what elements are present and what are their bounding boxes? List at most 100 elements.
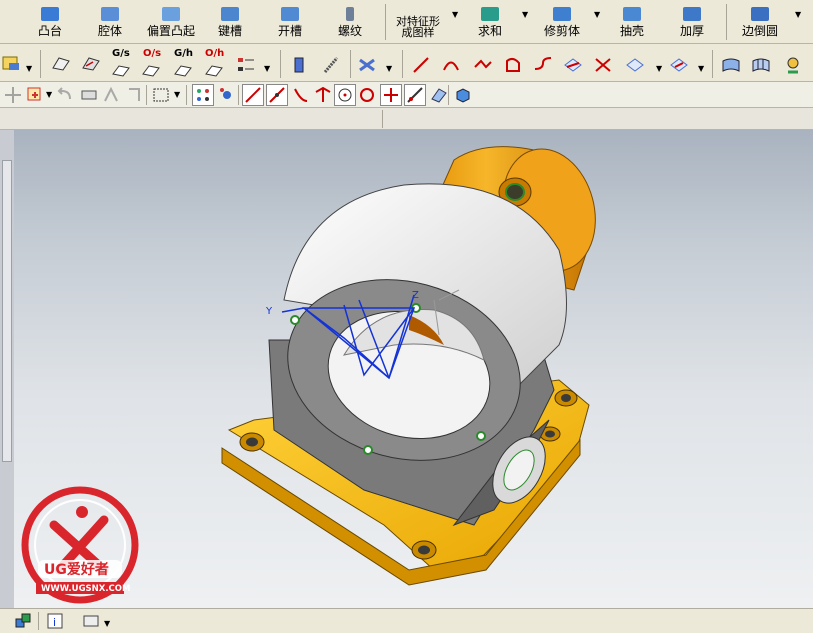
separator bbox=[280, 50, 281, 78]
separator bbox=[186, 85, 187, 105]
separator bbox=[402, 50, 403, 78]
intersect-curve-icon[interactable] bbox=[592, 54, 614, 76]
slot-label: 键槽 bbox=[217, 24, 242, 38]
oh-curve-icon[interactable] bbox=[203, 58, 225, 80]
offset-emboss-button[interactable]: 偏置凸起 bbox=[140, 0, 202, 42]
sketch-dropdown-icon[interactable]: ▼ bbox=[26, 64, 34, 74]
ugsnx-watermark: UG爱好者 WWW.UGSNX.COM bbox=[21, 486, 139, 604]
shell-label: 抽壳 bbox=[619, 24, 644, 38]
unite-dropdown-icon[interactable]: ▼ bbox=[522, 10, 530, 20]
blend-tool-icon[interactable] bbox=[356, 54, 378, 76]
project-curve-icon[interactable] bbox=[562, 54, 584, 76]
view-box-icon[interactable] bbox=[78, 84, 100, 106]
pattern-feature-label: 对特征形 成图样 bbox=[396, 15, 440, 39]
empty-toolbar-band bbox=[0, 108, 813, 130]
model-canvas: Y Z UG爱好者 WWW.UGSNX.COM bbox=[21, 146, 596, 604]
watermark-brand: UG爱好者 bbox=[44, 561, 109, 578]
unite-button[interactable]: 求和 bbox=[470, 0, 510, 42]
os-curve-icon[interactable] bbox=[140, 58, 162, 80]
thread-button[interactable]: 螺纹 bbox=[328, 0, 372, 42]
gs-curve-icon[interactable] bbox=[110, 58, 132, 80]
thicken-icon bbox=[683, 7, 701, 21]
line-icon[interactable] bbox=[410, 54, 432, 76]
display-icon[interactable] bbox=[80, 610, 102, 632]
gh-curve-icon[interactable] bbox=[172, 58, 194, 80]
trim-dropdown-icon[interactable]: ▼ bbox=[594, 10, 602, 20]
move-icon[interactable] bbox=[2, 84, 24, 106]
spring-icon[interactable] bbox=[320, 54, 342, 76]
analysis-icon[interactable] bbox=[782, 54, 804, 76]
sketch-icon[interactable] bbox=[0, 52, 22, 74]
point-on-face-icon[interactable] bbox=[428, 84, 450, 106]
surface-icon[interactable] bbox=[720, 54, 742, 76]
shell-icon bbox=[623, 7, 641, 21]
control-point-icon[interactable] bbox=[290, 84, 312, 106]
thicken-button[interactable]: 加厚 bbox=[672, 0, 712, 42]
curve-dropdown-icon[interactable]: ▼ bbox=[656, 64, 664, 74]
thicken-label: 加厚 bbox=[679, 24, 704, 38]
existing-point-icon[interactable] bbox=[380, 84, 402, 106]
boss-button[interactable]: 凸台 bbox=[28, 0, 72, 42]
list-icon[interactable] bbox=[235, 54, 257, 76]
edge-blend-icon bbox=[751, 7, 769, 21]
blend-dropdown-icon[interactable]: ▼ bbox=[386, 64, 394, 74]
curve-toolbar: ▼ G/s O/s G/h O/h ▼ ▼ ▼ ▼ bbox=[0, 44, 813, 82]
trim-body-button[interactable]: 修剪体 bbox=[538, 0, 586, 42]
profile-icon[interactable] bbox=[502, 54, 524, 76]
graphics-window[interactable]: Y Z UG爱好者 WWW.UGSNX.COM bbox=[14, 130, 813, 608]
edge-blend-button[interactable]: 边倒圆 bbox=[736, 0, 784, 42]
info-icon[interactable]: i bbox=[44, 610, 66, 632]
snap-all-icon[interactable] bbox=[192, 84, 214, 106]
corner-icon[interactable] bbox=[124, 84, 146, 106]
undo-icon[interactable] bbox=[54, 84, 76, 106]
offset-in-face-icon[interactable] bbox=[624, 54, 646, 76]
layer-icon[interactable] bbox=[12, 610, 34, 632]
pocket-label: 腔体 bbox=[97, 24, 122, 38]
intersection-icon[interactable] bbox=[312, 84, 334, 106]
resource-bar bbox=[0, 130, 15, 608]
display-dropdown-icon[interactable]: ▼ bbox=[104, 619, 112, 629]
pocket-button[interactable]: 腔体 bbox=[88, 0, 132, 42]
slot-icon bbox=[221, 7, 239, 21]
unite-icon bbox=[481, 7, 499, 21]
snap-point-icon[interactable] bbox=[216, 84, 238, 106]
quadrant-icon[interactable] bbox=[356, 84, 378, 106]
arc-center-icon[interactable] bbox=[334, 84, 356, 106]
pattern-dropdown-icon[interactable]: ▼ bbox=[452, 10, 460, 20]
endpoint-icon[interactable] bbox=[242, 84, 264, 106]
unite-label: 求和 bbox=[477, 24, 502, 38]
cylinder-icon[interactable] bbox=[288, 54, 310, 76]
resource-bar-scroll[interactable] bbox=[2, 160, 12, 462]
trim-body-icon bbox=[553, 7, 571, 21]
shell-button[interactable]: 抽壳 bbox=[612, 0, 652, 42]
groove-button[interactable]: 开槽 bbox=[268, 0, 312, 42]
separator bbox=[448, 85, 449, 105]
separator bbox=[385, 4, 386, 40]
rectangle-select-icon[interactable] bbox=[150, 84, 172, 106]
cube-icon[interactable] bbox=[452, 84, 474, 106]
separator bbox=[40, 50, 41, 78]
bridge-curve-icon[interactable] bbox=[532, 54, 554, 76]
extrude-curve-icon[interactable] bbox=[50, 52, 72, 74]
pattern-feature-button[interactable]: 对特征形 成图样 bbox=[390, 0, 446, 42]
mesh-surface-icon[interactable] bbox=[750, 54, 772, 76]
offset-curve-icon[interactable] bbox=[80, 52, 102, 74]
edge-blend-dropdown-icon[interactable]: ▼ bbox=[795, 10, 803, 20]
extract-dropdown-icon[interactable]: ▼ bbox=[698, 64, 706, 74]
thread-icon bbox=[346, 7, 354, 21]
list-dropdown-icon[interactable]: ▼ bbox=[264, 64, 272, 74]
separator bbox=[238, 85, 239, 105]
separator bbox=[38, 612, 39, 630]
arc-icon[interactable] bbox=[440, 54, 462, 76]
trim-icon[interactable] bbox=[100, 84, 122, 106]
midpoint-icon[interactable] bbox=[266, 84, 288, 106]
extract-curve-icon[interactable] bbox=[668, 54, 690, 76]
watermark-head-icon bbox=[76, 506, 88, 518]
offset-emboss-label: 偏置凸起 bbox=[146, 24, 195, 38]
slot-button[interactable]: 键槽 bbox=[208, 0, 252, 42]
rect-dropdown-icon[interactable]: ▼ bbox=[174, 90, 182, 100]
select-filter-icon[interactable] bbox=[24, 84, 46, 106]
filter-dropdown-icon[interactable]: ▼ bbox=[46, 90, 54, 100]
spline-icon[interactable] bbox=[472, 54, 494, 76]
point-on-curve-icon[interactable] bbox=[404, 84, 426, 106]
